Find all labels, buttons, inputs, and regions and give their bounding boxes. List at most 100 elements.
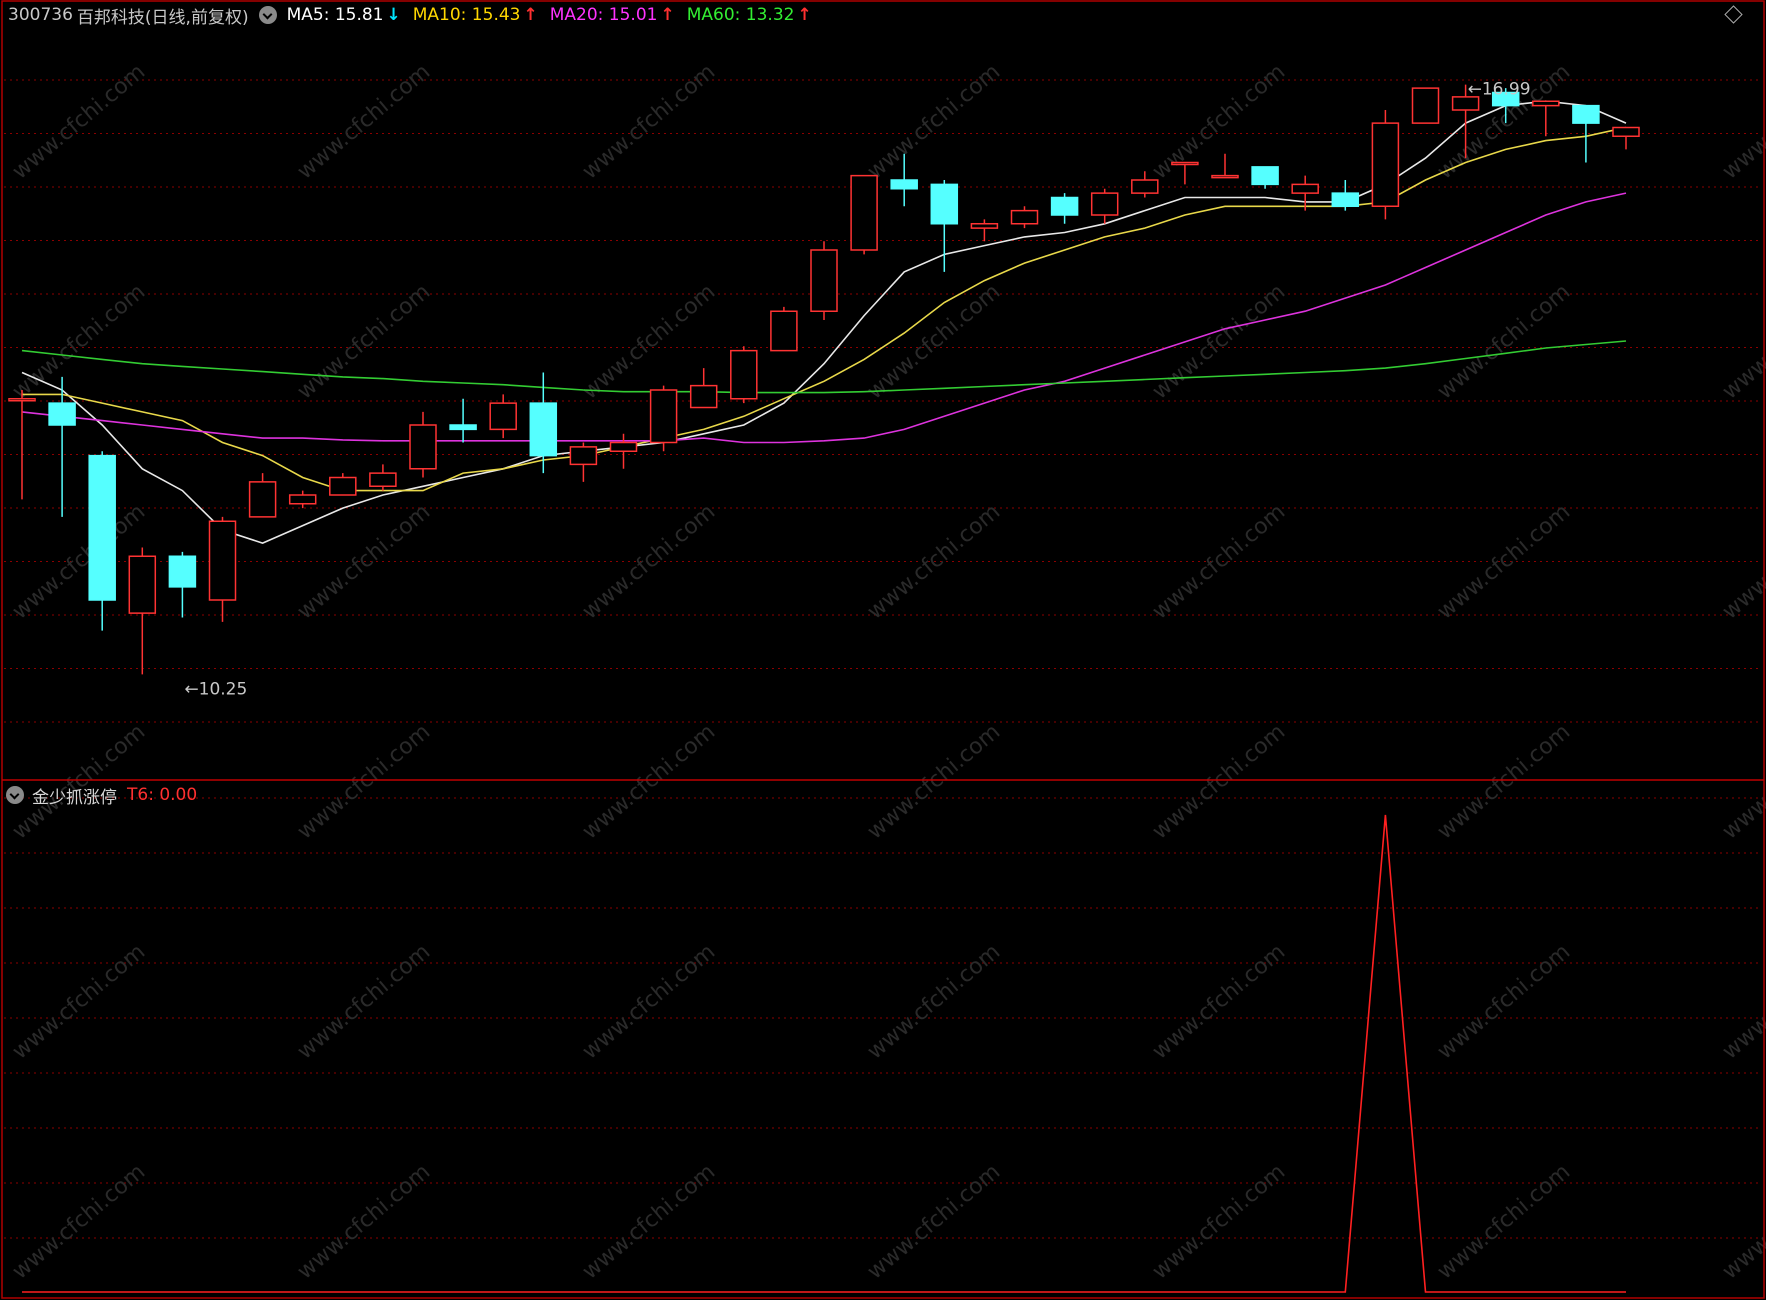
candle-body (689, 384, 718, 409)
candle (168, 551, 197, 618)
ma-indicator-2: MA20: 15.01 ↑ (549, 5, 675, 25)
candle (1010, 206, 1039, 229)
watermark-text: www.cfchi.com (578, 719, 720, 844)
chart-canvas[interactable]: www.cfchi.com www.cfchi.com www.cfchi.com w… (0, 0, 1766, 1300)
candle-body (1532, 100, 1560, 107)
sub-chart-options-icon[interactable] (6, 786, 24, 804)
watermark-text: www.cfchi.com (8, 279, 150, 404)
watermark-text: www.cfchi.com (863, 59, 1005, 184)
candle-body (649, 389, 678, 444)
watermark-text: www.cfchi.com (1433, 939, 1575, 1064)
ma-trend-arrow-icon: ↓ (386, 5, 401, 25)
ma-trend-arrow-icon: ↑ (660, 5, 675, 25)
candle-body (970, 223, 999, 229)
candle (409, 411, 437, 478)
candle (208, 516, 237, 622)
candle (128, 547, 157, 675)
candle-body (1291, 183, 1319, 194)
candle (850, 174, 878, 255)
candle-body (288, 494, 317, 505)
candle (369, 464, 397, 491)
watermark-text: www.cfchi.com (1718, 59, 1766, 184)
ma-indicator-3: MA60: 13.32 ↑ (686, 5, 812, 25)
candle-body (1572, 104, 1600, 124)
watermark-text: www.cfchi.com (8, 1159, 150, 1284)
candle (1050, 193, 1079, 224)
sub-indicator-name: 金少抓涨停 (32, 787, 117, 808)
candle-body (1411, 87, 1440, 124)
ma-indicator-1: MA10: 15.43 ↑ (412, 5, 538, 25)
watermark-text: www.cfchi.com (1433, 719, 1575, 844)
candle-body (449, 424, 477, 431)
candle (1251, 166, 1279, 189)
watermark-text: www.cfchi.com (1718, 719, 1766, 844)
price-annotations: ←16.99 ←10.25 (184, 80, 1530, 700)
candle (609, 433, 638, 469)
candle-body (1090, 192, 1119, 216)
candle-body (128, 555, 157, 614)
watermark-text: www.cfchi.com (1148, 1159, 1290, 1284)
candle (1131, 171, 1159, 198)
watermark-layer: www.cfchi.com www.cfchi.com www.cfchi.com w… (8, 59, 1766, 1284)
grid-lines (4, 79, 1762, 1239)
ma-line-ma60 (21, 340, 1627, 394)
candle-body (168, 555, 197, 588)
candle-body (369, 472, 397, 487)
watermark-text: www.cfchi.com (8, 59, 150, 184)
candle-body (48, 402, 76, 426)
candle-body (890, 179, 918, 190)
candle-body (1131, 179, 1159, 194)
candle (810, 241, 838, 320)
watermark-text: www.cfchi.com (1718, 1159, 1766, 1284)
watermark-text: www.cfchi.com (578, 499, 720, 624)
watermark-text: www.cfchi.com (578, 59, 720, 184)
candle-body (1171, 161, 1199, 166)
candle (1411, 87, 1440, 124)
candle-body (208, 520, 237, 601)
signal-line-t6 (22, 814, 1626, 1293)
candle-body (569, 446, 598, 466)
candle-body (1612, 126, 1640, 137)
watermark-text: www.cfchi.com (863, 1159, 1005, 1284)
candle (449, 398, 477, 443)
candle (88, 451, 116, 631)
candle-body (88, 454, 116, 601)
candle (970, 219, 999, 242)
watermark-text: www.cfchi.com (1718, 939, 1766, 1064)
price-annotation-high: ←16.99 (1468, 80, 1531, 100)
chart-options-icon[interactable] (258, 6, 277, 24)
candle-body (1331, 192, 1360, 207)
watermark-text: www.cfchi.com (1148, 499, 1290, 624)
indicator-values: MA5: 15.81 ↓ MA10: 15.43 ↑ MA20: 15.01 ↑ MA60:… (287, 5, 824, 25)
watermark-text: www.cfchi.com (293, 279, 435, 404)
watermark-text: www.cfchi.com (863, 719, 1005, 844)
main-chart-header: 300736 百邦科技 (日线,前复权) MA5: 15.81 ↓ MA10: 15… (8, 2, 824, 28)
candle (1090, 188, 1119, 224)
watermark-text: www.cfchi.com (863, 499, 1005, 624)
signal-indicator (22, 814, 1626, 1293)
panel-frame (1, 0, 1765, 1299)
candle-body (529, 402, 558, 457)
watermark-text: www.cfchi.com (293, 1159, 435, 1284)
candle-body (8, 398, 36, 402)
watermark-text: www.cfchi.com (8, 939, 150, 1064)
watermark-text: www.cfchi.com (1433, 59, 1575, 184)
candle (1211, 153, 1239, 179)
candle-body (248, 481, 277, 518)
watermark-text: www.cfchi.com (1148, 279, 1290, 404)
watermark-text: www.cfchi.com (293, 499, 435, 624)
candle-body (329, 476, 357, 496)
watermark-text: www.cfchi.com (293, 719, 435, 844)
candle (730, 346, 758, 404)
watermark-text: www.cfchi.com (1148, 59, 1290, 184)
candle (1371, 110, 1400, 220)
candle (770, 306, 798, 352)
candle-body (1050, 196, 1079, 216)
candle-body (1211, 174, 1239, 179)
candle-body (489, 402, 517, 431)
period-label: (日线,前复权) (144, 7, 249, 28)
candle (1291, 175, 1319, 211)
watermark-text: www.cfchi.com (1433, 499, 1575, 624)
candle-body (609, 441, 638, 452)
candle-body (810, 249, 838, 312)
